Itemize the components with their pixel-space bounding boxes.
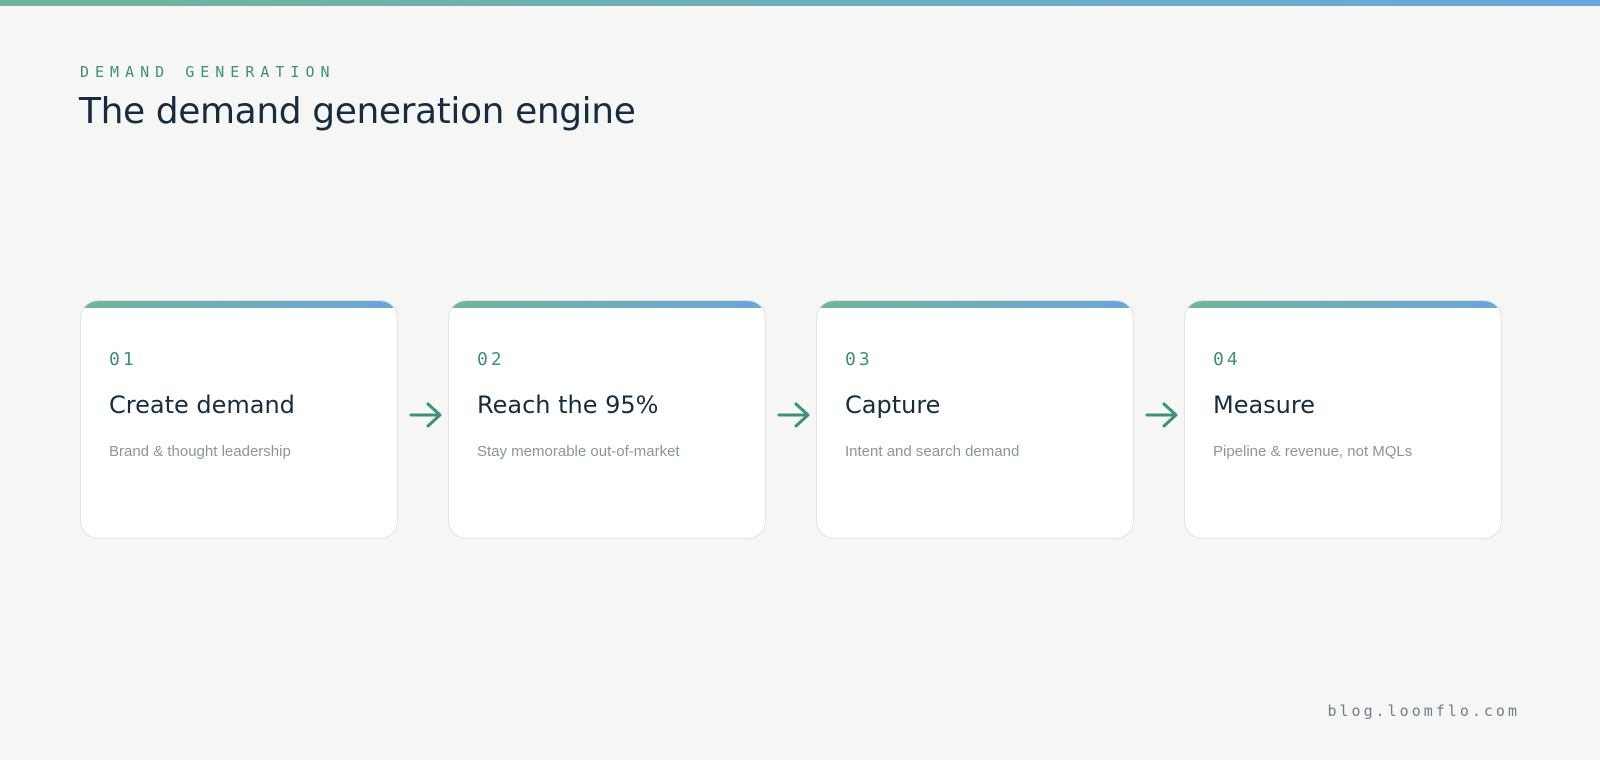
- step-card-measure: 04 Measure Pipeline & revenue, not MQLs: [1184, 300, 1502, 539]
- step-card-create-demand: 01 Create demand Brand & thought leaders…: [80, 300, 398, 539]
- step-title: Capture: [845, 391, 941, 419]
- step-number: 04: [1213, 349, 1241, 370]
- card-accent-bar: [1185, 301, 1501, 308]
- step-card-reach: 02 Reach the 95% Stay memorable out-of-m…: [448, 300, 766, 539]
- card-accent-bar: [817, 301, 1133, 308]
- step-title: Create demand: [109, 391, 295, 419]
- process-flow: 01 Create demand Brand & thought leaders…: [80, 300, 1505, 541]
- card-accent-bar: [81, 301, 397, 308]
- arrow-right-icon: [777, 402, 810, 428]
- card-accent-bar: [449, 301, 765, 308]
- step-subtitle: Brand & thought leadership: [109, 443, 291, 460]
- step-title: Reach the 95%: [477, 391, 659, 419]
- footer-site-url: blog.loomflo.com: [1327, 702, 1520, 720]
- top-accent-bar: [0, 0, 1600, 6]
- step-number: 02: [477, 349, 505, 370]
- arrow-right-icon: [409, 402, 442, 428]
- step-card-capture: 03 Capture Intent and search demand: [816, 300, 1134, 539]
- step-number: 03: [845, 349, 873, 370]
- arrow-right-icon: [1145, 402, 1178, 428]
- step-subtitle: Stay memorable out-of-market: [477, 443, 680, 460]
- page-title: The demand generation engine: [79, 91, 636, 132]
- step-subtitle: Pipeline & revenue, not MQLs: [1213, 443, 1413, 460]
- step-subtitle: Intent and search demand: [845, 443, 1020, 460]
- step-number: 01: [109, 349, 137, 370]
- step-title: Measure: [1213, 391, 1315, 419]
- section-eyebrow: DEMAND GENERATION: [80, 63, 336, 81]
